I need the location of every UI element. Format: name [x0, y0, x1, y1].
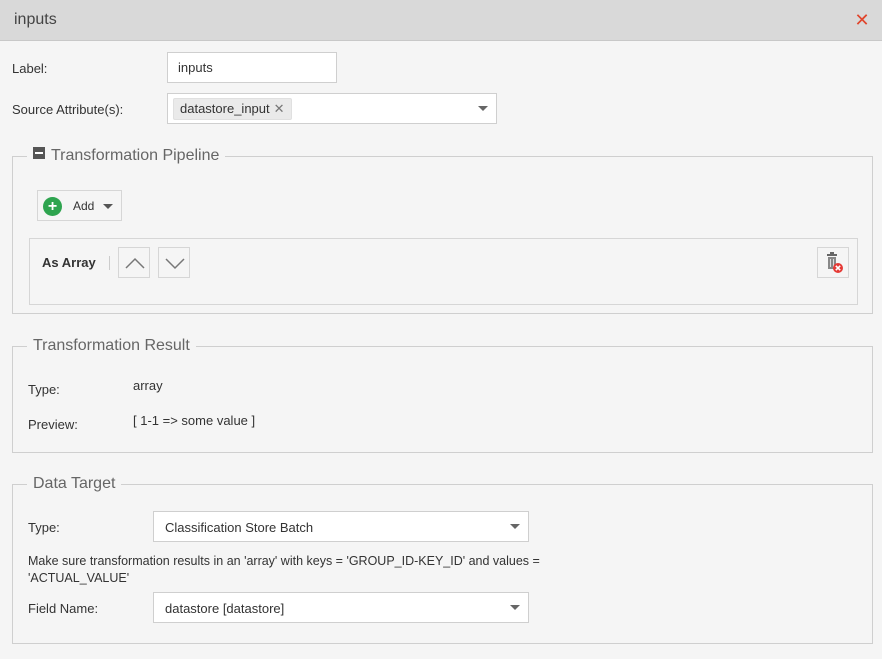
chevron-down-icon[interactable]	[478, 106, 488, 111]
pipeline-step-panel: As Array	[29, 238, 858, 305]
transformation-pipeline-title: Transformation Pipeline	[51, 147, 220, 164]
trash-delete-icon	[827, 252, 843, 273]
transformation-result-fieldset: Transformation Result Type: array Previe…	[12, 336, 873, 453]
close-icon[interactable]: ✕	[854, 10, 870, 30]
target-type-caption: Type:	[28, 520, 60, 535]
result-type-value: array	[133, 378, 163, 393]
target-hint-text: Make sure transformation results in an '…	[28, 554, 540, 585]
target-type-value: Classification Store Batch	[165, 520, 314, 535]
pipeline-step-title: As Array	[42, 255, 96, 270]
source-attribute-tag-label: datastore_input	[180, 101, 270, 116]
label-input[interactable]	[167, 52, 337, 83]
source-attributes-caption: Source Attribute(s):	[12, 102, 124, 117]
transformation-pipeline-legend[interactable]: Transformation Pipeline	[27, 146, 226, 166]
chevron-down-icon	[165, 258, 185, 270]
target-type-select[interactable]: Classification Store Batch	[153, 511, 529, 542]
chevron-down-icon[interactable]	[510, 605, 520, 610]
window-title: inputs	[14, 11, 57, 28]
delete-step-button[interactable]	[817, 247, 849, 278]
chevron-down-icon[interactable]	[510, 524, 520, 529]
result-preview-caption: Preview:	[28, 417, 78, 432]
move-step-up-button[interactable]	[118, 247, 150, 278]
field-name-caption: Field Name:	[28, 601, 99, 616]
source-attribute-tag: datastore_input ✕	[173, 98, 292, 120]
divider	[109, 256, 110, 270]
collapse-icon[interactable]	[33, 147, 45, 159]
label-caption: Label:	[12, 61, 48, 76]
move-step-down-button[interactable]	[158, 247, 190, 278]
field-name-value: datastore [datastore]	[165, 601, 285, 616]
chevron-down-icon	[103, 204, 113, 209]
source-attributes-select[interactable]: datastore_input ✕	[167, 93, 497, 124]
result-type-caption: Type:	[28, 382, 60, 397]
field-name-select[interactable]: datastore [datastore]	[153, 592, 529, 623]
result-preview-value: [ 1-1 => some value ]	[133, 413, 256, 428]
add-step-button[interactable]: + Add	[37, 190, 122, 221]
add-step-label: Add	[73, 199, 95, 213]
transformation-pipeline-fieldset: Transformation Pipeline + Add As Array	[12, 146, 873, 314]
add-icon: +	[43, 197, 62, 216]
transformation-result-legend: Transformation Result	[27, 336, 196, 356]
data-target-fieldset: Data Target Type: Classification Store B…	[12, 474, 873, 644]
chevron-up-icon	[125, 257, 145, 269]
window-titlebar: inputs ✕	[0, 0, 882, 41]
tag-remove-icon[interactable]: ✕	[274, 101, 285, 116]
data-target-legend: Data Target	[27, 474, 122, 494]
